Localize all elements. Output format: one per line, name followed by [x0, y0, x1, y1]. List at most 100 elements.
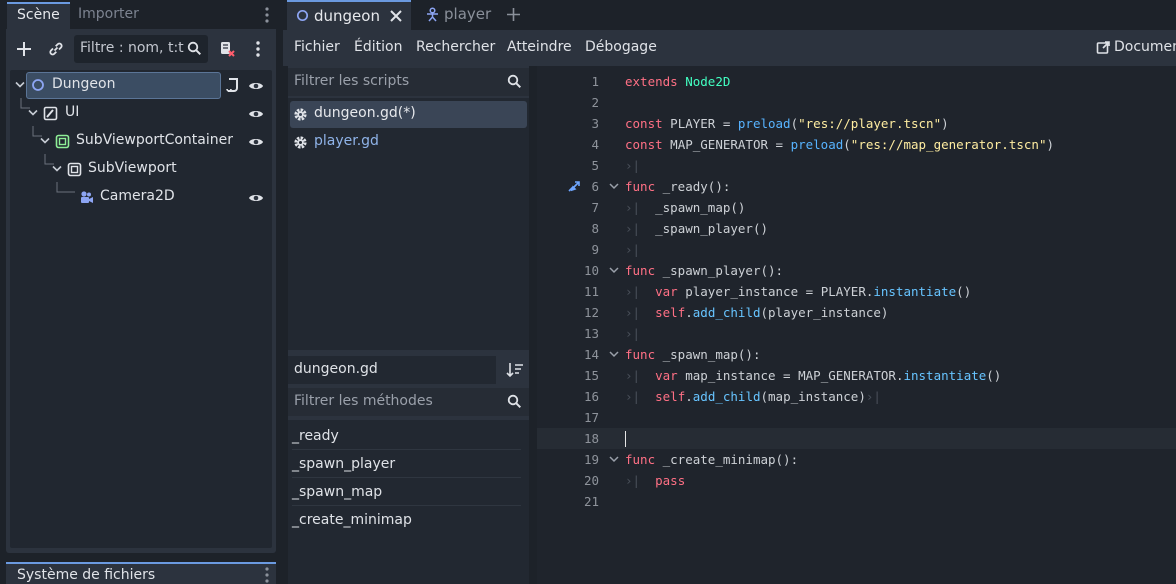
line-number: 19 [583, 452, 599, 467]
code-line[interactable]: 12 ›| self.add_child(player_instance) [537, 302, 1176, 323]
method-item[interactable]: _spawn_player [292, 450, 521, 478]
scene-filter-input[interactable]: Filtre : nom, t:ty [74, 35, 208, 63]
chevron-down-icon[interactable] [52, 165, 62, 173]
code-line[interactable]: 1 extends Node2D [537, 71, 1176, 92]
method-item[interactable]: _create_minimap [292, 506, 521, 534]
line-number: 16 [583, 389, 599, 404]
menu-file[interactable]: Fichier [294, 39, 340, 55]
fold-arrow-icon[interactable] [609, 265, 619, 275]
link-icon[interactable] [48, 41, 64, 57]
code-editor[interactable]: 1 extends Node2D 2 3 const PLAYER = preload(… [537, 66, 1176, 584]
code-line[interactable]: 13 ›| [537, 323, 1176, 344]
code-line[interactable]: 19 func _create_minimap(): [537, 449, 1176, 470]
chevron-down-icon[interactable] [40, 137, 50, 145]
tab-filesystem[interactable]: Système de fichiers [6, 562, 276, 584]
code-line[interactable]: 17 [537, 407, 1176, 428]
tree-node-subviewport[interactable]: SubViewport [12, 154, 268, 182]
code-text: ›| _spawn_map() [625, 200, 746, 215]
menu-goto[interactable]: Atteindre [507, 39, 572, 55]
code-line[interactable]: 11 ›| var player_instance = PLAYER.instan… [537, 281, 1176, 302]
line-number: 8 [591, 221, 599, 236]
tree-node-dungeon[interactable]: Dungeon [12, 72, 268, 99]
sort-icon[interactable] [506, 362, 524, 378]
visibility-eye-icon[interactable] [248, 108, 264, 120]
code-line[interactable]: 5 ›| [537, 155, 1176, 176]
tree-node-camera2d[interactable]: Camera2D [12, 182, 268, 210]
line-number: 17 [583, 410, 599, 425]
code-line[interactable]: 4 const MAP_GENERATOR = preload("res://ma… [537, 134, 1176, 155]
code-line[interactable]: 16 ›| self.add_child(map_instance)›| [537, 386, 1176, 407]
node2d-icon [296, 9, 309, 22]
menu-debug[interactable]: Débogage [585, 39, 657, 55]
fold-arrow-icon[interactable] [609, 349, 619, 359]
tree-node-subviewportcontainer[interactable]: SubViewportContainer [12, 126, 268, 154]
scripts-panel: Filtrer les scripts dungeon.gd(*) player… [288, 66, 529, 584]
scene-dock-tabs: Scène Importer [0, 0, 283, 29]
code-line[interactable]: 18 [537, 428, 1176, 449]
code-line[interactable]: 10 func _spawn_player(): [537, 260, 1176, 281]
scene-menu-icon[interactable] [255, 40, 261, 58]
method-item[interactable]: _spawn_map [292, 478, 521, 506]
filesystem-menu-icon[interactable] [264, 566, 270, 584]
code-line[interactable]: 15 ›| var map_instance = MAP_GENERATOR.in… [537, 365, 1176, 386]
add-tab-icon[interactable] [506, 7, 521, 22]
method-list: _ready _spawn_player _spawn_map _create_… [288, 420, 529, 584]
code-line[interactable]: 6 func _ready(): [537, 176, 1176, 197]
chevron-down-icon[interactable] [15, 81, 25, 89]
line-number: 2 [591, 95, 599, 110]
visibility-eye-icon[interactable] [248, 80, 264, 92]
code-line[interactable]: 8 ›| _spawn_player() [537, 218, 1176, 239]
method-label: _ready [292, 428, 339, 444]
dock-menu-icon[interactable] [264, 6, 270, 24]
script-remove-icon[interactable] [218, 40, 236, 58]
script-item-label: player.gd [314, 133, 379, 149]
line-number: 21 [583, 494, 599, 509]
current-script-name: dungeon.gd [288, 356, 496, 384]
script-icon[interactable] [226, 77, 240, 93]
code-text: func _spawn_map(): [625, 347, 761, 362]
script-item-player[interactable]: player.gd [290, 129, 527, 156]
method-item[interactable]: _ready [292, 422, 521, 450]
close-icon[interactable] [390, 10, 402, 22]
line-number: 5 [591, 158, 599, 173]
line-number: 7 [591, 200, 599, 215]
code-line[interactable]: 14 func _spawn_map(): [537, 344, 1176, 365]
code-line[interactable]: 3 const PLAYER = preload("res://player.ts… [537, 113, 1176, 134]
search-icon [187, 41, 202, 56]
online-docs-button[interactable]: Documentation en ligne [1096, 30, 1176, 66]
subviewport-icon [67, 162, 82, 177]
fold-arrow-icon[interactable] [609, 181, 619, 191]
tab-import[interactable]: Importer [68, 2, 149, 29]
tab-scene[interactable]: Scène [7, 2, 70, 29]
visibility-eye-icon[interactable] [248, 136, 264, 148]
line-number: 11 [583, 284, 599, 299]
line-number: 20 [583, 473, 599, 488]
code-line[interactable]: 7 ›| _spawn_map() [537, 197, 1176, 218]
code-line[interactable]: 2 [537, 92, 1176, 113]
method-filter-placeholder: Filtrer les méthodes [294, 393, 433, 409]
line-number: 3 [591, 116, 599, 131]
script-item-dungeon[interactable]: dungeon.gd(*) [290, 101, 527, 128]
menu-edit[interactable]: Édition [354, 39, 402, 55]
code-line[interactable]: 9 ›| [537, 239, 1176, 260]
gear-icon [293, 107, 308, 122]
fold-arrow-icon[interactable] [609, 454, 619, 464]
code-text: ›| self.add_child(map_instance)›| [625, 389, 881, 404]
script-filter-input[interactable]: Filtrer les scripts [288, 68, 529, 96]
add-node-icon[interactable] [16, 41, 32, 57]
code-line[interactable]: 20 ›| pass [537, 470, 1176, 491]
tree-guide [56, 182, 78, 198]
line-number: 9 [591, 242, 599, 257]
chevron-down-icon[interactable] [28, 109, 38, 117]
scene-filter-placeholder: Filtre : nom, t:ty [80, 40, 184, 56]
tree-node-ui[interactable]: UI [12, 98, 268, 126]
tab-player[interactable]: player [418, 0, 498, 30]
code-line[interactable]: 21 [537, 491, 1176, 512]
code-text: const MAP_GENERATOR = preload("res://map… [625, 137, 1054, 152]
code-text: ›| self.add_child(player_instance) [625, 305, 889, 320]
visibility-eye-icon[interactable] [248, 192, 264, 204]
method-filter-input[interactable]: Filtrer les méthodes [288, 388, 529, 416]
override-method-icon[interactable] [567, 179, 581, 193]
tab-dungeon[interactable]: dungeon [287, 0, 411, 30]
menu-search[interactable]: Rechercher [416, 39, 495, 55]
